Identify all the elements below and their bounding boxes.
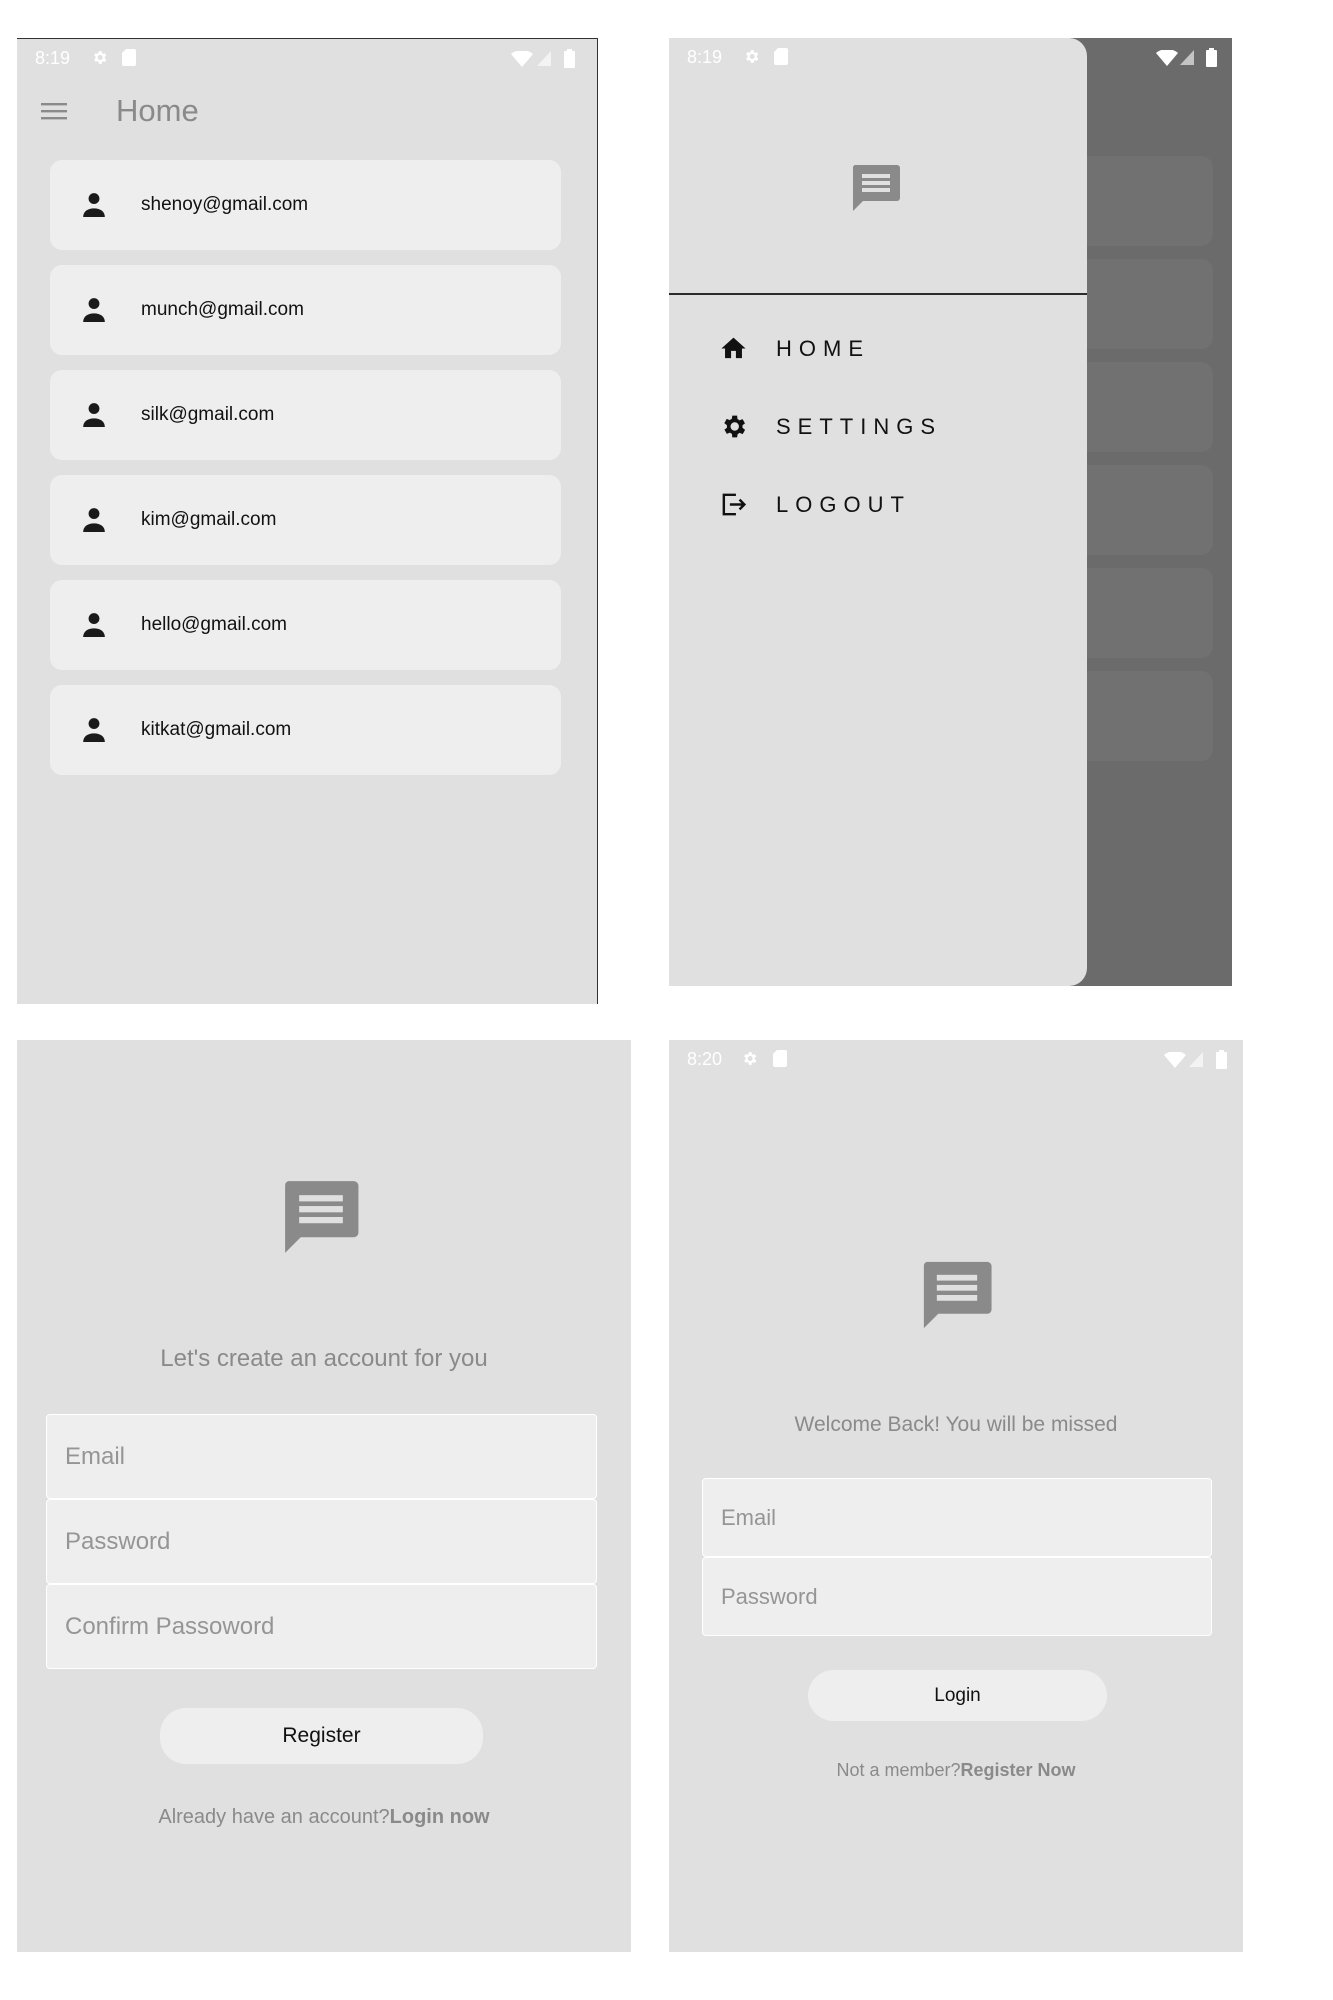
user-tile[interactable]: kitkat@gmail.com xyxy=(50,685,561,775)
password-field[interactable] xyxy=(702,1557,1212,1636)
password-field[interactable] xyxy=(46,1499,597,1584)
home-icon xyxy=(721,337,746,359)
user-email: kitkat@gmail.com xyxy=(141,719,292,740)
register-subtitle: Let's create an account for you xyxy=(160,1345,488,1372)
user-email: munch@gmail.com xyxy=(141,299,304,320)
logout-icon xyxy=(722,493,747,516)
navigation-drawer: 8:19 HOME SETTINGS LOGOUT xyxy=(669,38,1087,986)
login-prompt: Already have an account?Login now xyxy=(17,1806,631,1829)
email-field[interactable] xyxy=(46,1414,597,1499)
register-prompt-text: Not a member? xyxy=(836,1760,961,1780)
sd-card-icon xyxy=(773,1050,787,1067)
register-screen: Let's create an account for you Register… xyxy=(17,1040,631,1952)
home-screen: 8:19 Home shenoy@gmail.com munch@gmail.c… xyxy=(17,38,598,1004)
drawer-item-label: SETTINGS xyxy=(776,414,943,439)
signal-icon xyxy=(1189,1052,1203,1067)
user-tile[interactable]: munch@gmail.com xyxy=(50,265,561,355)
page-title: Home xyxy=(116,93,199,128)
login-now-link[interactable]: Login now xyxy=(390,1806,490,1828)
person-icon xyxy=(83,718,105,742)
wifi-icon xyxy=(1164,1052,1186,1068)
login-prompt-text: Already have an account? xyxy=(158,1806,390,1828)
person-icon xyxy=(83,298,105,322)
gear-icon xyxy=(94,51,107,64)
drawer-item-home[interactable]: HOME xyxy=(719,328,1059,368)
confirm-password-field[interactable] xyxy=(46,1584,597,1669)
login-subtitle: Welcome Back! You will be missed xyxy=(794,1413,1118,1436)
person-icon xyxy=(83,193,105,217)
person-icon xyxy=(83,613,105,637)
gear-icon xyxy=(744,1052,757,1065)
login-screen: 8:20 Welcome Back! You will be missed Lo… xyxy=(669,1040,1243,1952)
confirm-password-input[interactable] xyxy=(47,1585,596,1668)
user-tile[interactable]: kim@gmail.com xyxy=(50,475,561,565)
user-tile[interactable]: hello@gmail.com xyxy=(50,580,561,670)
battery-icon xyxy=(564,49,575,68)
signal-icon xyxy=(1180,50,1194,65)
register-now-link[interactable]: Register Now xyxy=(961,1760,1076,1780)
status-time: 8:19 xyxy=(35,48,71,68)
message-icon xyxy=(923,1261,992,1329)
menu-icon[interactable] xyxy=(41,101,67,121)
sd-card-icon xyxy=(122,49,136,66)
wifi-icon xyxy=(511,51,533,67)
user-list: shenoy@gmail.com munch@gmail.com silk@gm… xyxy=(50,160,561,790)
drawer-item-label: LOGOUT xyxy=(776,492,911,517)
battery-icon xyxy=(1206,48,1217,67)
password-input[interactable] xyxy=(703,1558,1211,1635)
password-input[interactable] xyxy=(47,1500,596,1583)
wifi-icon xyxy=(1156,50,1178,66)
register-button[interactable]: Register xyxy=(160,1708,483,1764)
status-bar: 8:20 xyxy=(669,1040,1243,1078)
user-tile[interactable]: silk@gmail.com xyxy=(50,370,561,460)
login-button[interactable]: Login xyxy=(808,1670,1107,1721)
drawer-header xyxy=(669,38,1087,295)
drawer-item-settings[interactable]: SETTINGS xyxy=(719,406,1059,446)
message-icon xyxy=(852,165,900,211)
drawer-screen: 8:19 HOME SETTINGS LOGOUT xyxy=(669,38,1232,986)
user-tile[interactable]: shenoy@gmail.com xyxy=(50,160,561,250)
battery-icon xyxy=(1216,1050,1227,1069)
email-input[interactable] xyxy=(47,1415,596,1498)
email-field[interactable] xyxy=(702,1478,1212,1557)
user-email: silk@gmail.com xyxy=(141,404,275,425)
user-email: kim@gmail.com xyxy=(141,509,277,530)
app-bar: Home xyxy=(17,77,597,149)
email-input[interactable] xyxy=(703,1479,1211,1556)
person-icon xyxy=(83,508,105,532)
user-email: shenoy@gmail.com xyxy=(141,194,309,215)
drawer-item-logout[interactable]: LOGOUT xyxy=(719,484,1059,524)
drawer-item-label: HOME xyxy=(776,336,870,361)
signal-icon xyxy=(537,51,551,66)
message-icon xyxy=(285,1181,359,1253)
gear-icon xyxy=(724,415,746,438)
status-time: 8:20 xyxy=(687,1049,723,1069)
status-bar: 8:19 xyxy=(17,39,597,77)
user-email: hello@gmail.com xyxy=(141,614,288,635)
register-prompt: Not a member?Register Now xyxy=(669,1760,1243,1781)
person-icon xyxy=(83,403,105,427)
